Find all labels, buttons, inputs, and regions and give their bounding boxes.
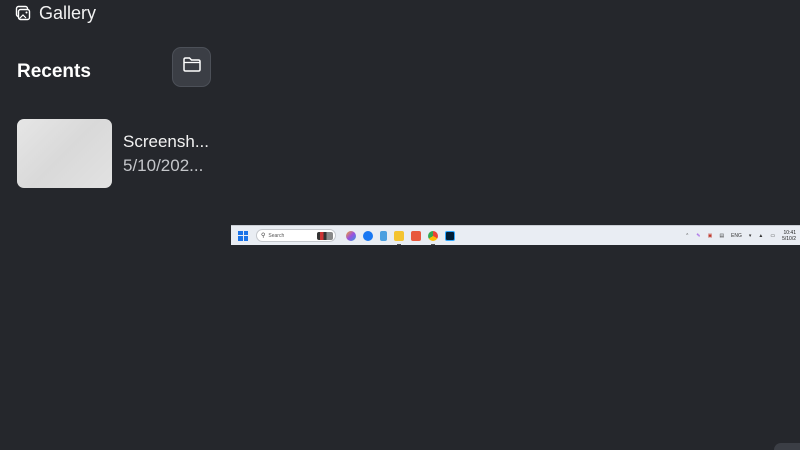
app-tray-icon[interactable]: ▣ (708, 233, 713, 239)
open-folder-button[interactable] (172, 47, 211, 87)
wifi-icon[interactable]: ▾ (749, 233, 752, 239)
taskbar-clock[interactable]: 10:41 5/10/2 (782, 230, 796, 242)
recents-heading: Recents (17, 61, 91, 82)
language-indicator[interactable]: ENG (731, 233, 742, 239)
corner-control[interactable] (774, 443, 800, 450)
windows-start-icon[interactable] (238, 230, 248, 241)
system-tray: ⌃ ✎ ▣ ▤ ENG ▾ ▲ ▭ 10:41 5/10/2 (685, 230, 800, 242)
clock-date: 5/10/2 (782, 235, 796, 242)
battery-icon[interactable]: ▭ (770, 233, 775, 239)
taskbar-search-box[interactable]: ⚲ Search (256, 229, 336, 242)
store-icon[interactable] (411, 230, 421, 241)
notepad-icon[interactable] (380, 230, 387, 241)
recent-thumbnail (17, 119, 112, 188)
folder-icon (182, 56, 202, 78)
search-placeholder: Search (268, 232, 285, 239)
recent-item-date: 5/10/202... (123, 155, 204, 175)
search-icon: ⚲ (261, 233, 266, 239)
gallery-icon (15, 5, 31, 21)
gallery-label: Gallery (39, 2, 97, 23)
recent-item-name: Screensh... (123, 131, 209, 151)
recent-item[interactable]: Screensh... 5/10/202... (17, 119, 217, 188)
file-explorer-icon[interactable] (394, 230, 404, 245)
photoshop-icon[interactable] (445, 230, 455, 241)
chevron-up-icon[interactable]: ⌃ (685, 233, 689, 239)
gallery-app: Gallery Recents Screensh... 5/10/202... … (0, 0, 800, 450)
search-highlight-icon (317, 231, 333, 240)
recent-item-text: Screensh... 5/10/202... (123, 132, 215, 176)
gallery-nav-item[interactable]: Gallery (15, 2, 96, 24)
pen-icon[interactable]: ✎ (696, 233, 700, 239)
screenshot-preview-taskbar[interactable]: ⚲ Search ⌃ ✎ ▣ ▤ ENG ▾ ▲ ▭ 10:41 5/10/2 (231, 225, 800, 245)
messenger-icon[interactable] (363, 230, 373, 241)
volume-icon[interactable]: ▲ (758, 233, 763, 239)
copilot-icon[interactable] (346, 230, 356, 241)
chrome-icon[interactable] (428, 230, 438, 245)
taskbar-apps (346, 230, 455, 245)
clipboard-icon[interactable]: ▤ (719, 233, 724, 239)
